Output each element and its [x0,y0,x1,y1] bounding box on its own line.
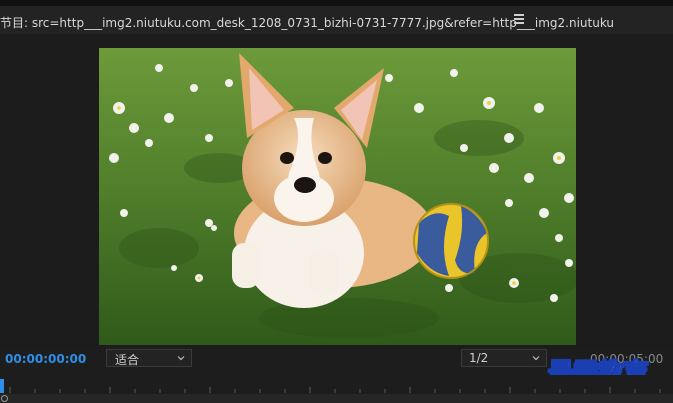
playhead-marker[interactable] [0,378,6,393]
scrollbar-handle[interactable] [1,395,8,402]
playhead-icon [0,379,4,393]
current-timecode[interactable]: 00:00:00:00 [5,352,86,366]
time-ruler[interactable] [0,375,673,395]
program-preview-image [99,48,576,345]
zoom-level-dropdown[interactable]: 适合 [106,349,192,367]
playback-resolution-dropdown[interactable]: 1/2 [461,349,547,367]
playback-resolution-label: 1/2 [469,351,489,365]
hamburger-menu-icon[interactable] [514,14,524,26]
chevron-down-icon [177,356,185,361]
chevron-down-icon [532,356,540,361]
timeline-scrollbar[interactable] [0,394,673,403]
zoom-level-label: 适合 [115,353,140,367]
ruler-ticks [9,387,661,393]
